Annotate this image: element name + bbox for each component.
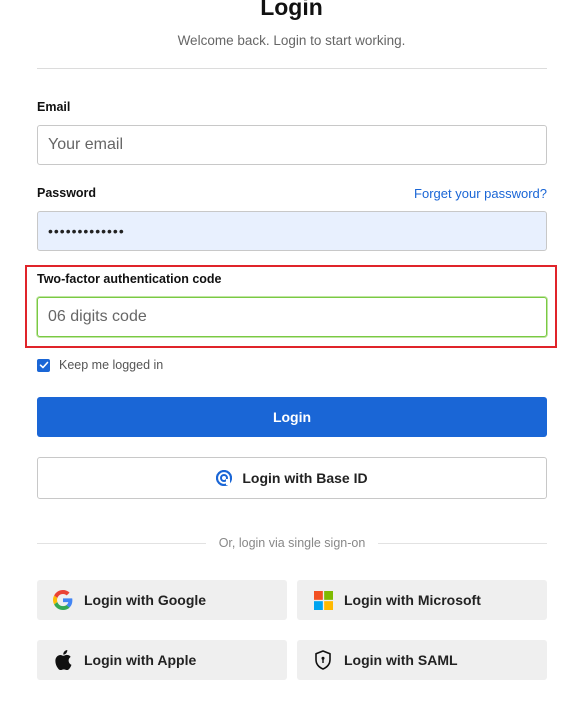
- keep-logged-in-label: Keep me logged in: [59, 358, 164, 372]
- microsoft-icon: [312, 589, 334, 611]
- login-google-label: Login with Google: [84, 592, 207, 608]
- sso-divider-text: Or, login via single sign-on: [218, 536, 366, 550]
- login-apple-button[interactable]: Login with Apple: [37, 640, 287, 680]
- login-base-id-label: Login with Base ID: [242, 470, 368, 486]
- base-id-icon: [216, 470, 233, 486]
- email-field[interactable]: [37, 125, 547, 165]
- sso-divider: Or, login via single sign-on: [37, 536, 548, 550]
- login-page: Login Welcome back. Login to start worki…: [0, 0, 576, 721]
- shield-icon: [312, 649, 334, 671]
- login-button[interactable]: Login: [37, 397, 547, 437]
- apple-icon: [52, 649, 74, 671]
- header-divider: [37, 68, 547, 69]
- keep-logged-in-checkbox[interactable]: [37, 358, 50, 372]
- login-base-id-button[interactable]: Login with Base ID: [37, 457, 547, 499]
- password-field[interactable]: [37, 211, 547, 251]
- two-factor-label: Two-factor authentication code: [37, 272, 222, 286]
- login-apple-label: Login with Apple: [84, 652, 197, 668]
- checkmark-icon: [39, 361, 48, 369]
- email-label: Email: [37, 100, 71, 114]
- login-microsoft-button[interactable]: Login with Microsoft: [297, 580, 547, 620]
- login-google-button[interactable]: Login with Google: [37, 580, 287, 620]
- page-subtitle: Welcome back. Login to start working.: [177, 33, 406, 48]
- two-factor-code-field[interactable]: [37, 297, 547, 337]
- login-saml-button[interactable]: Login with SAML: [297, 640, 547, 680]
- page-title: Login: [260, 0, 323, 20]
- login-microsoft-label: Login with Microsoft: [344, 592, 481, 608]
- forgot-password-link[interactable]: Forget your password?: [414, 186, 547, 201]
- login-saml-label: Login with SAML: [344, 652, 458, 668]
- google-icon: [52, 589, 74, 611]
- keep-logged-in-row: Keep me logged in: [37, 358, 163, 372]
- password-label: Password: [37, 186, 97, 200]
